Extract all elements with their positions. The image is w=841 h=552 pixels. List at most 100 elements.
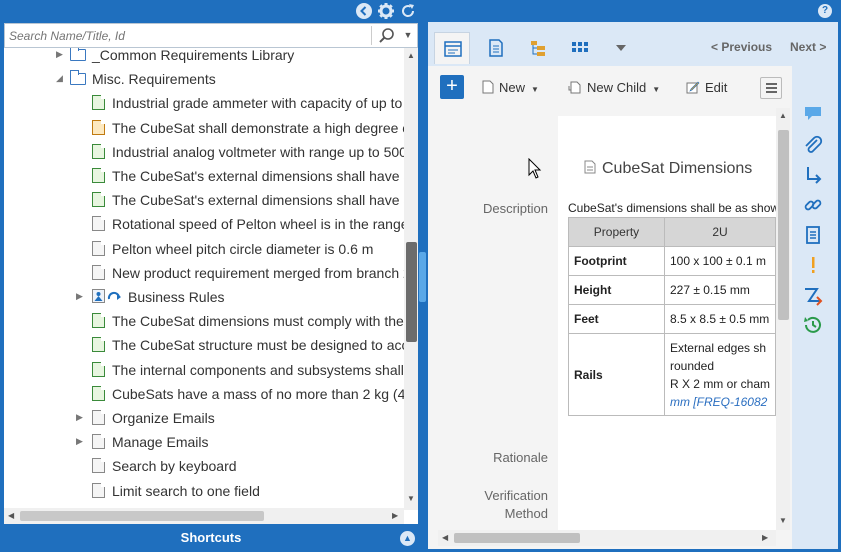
scroll-up-arrow-icon[interactable]: ▲ [779, 111, 787, 120]
table-cell-value: 8.5 x 8.5 ± 0.5 mm [663, 304, 776, 334]
tab-more-dropdown[interactable] [604, 32, 640, 64]
tree-item[interactable]: Search by keyboard [4, 453, 404, 477]
association-icon[interactable] [800, 224, 826, 246]
tree-folder-item[interactable]: ▶ _Common Requirements Library [4, 48, 404, 66]
tab-document[interactable] [478, 32, 514, 64]
tree-item-label: Industrial analog voltmeter with range u… [112, 143, 418, 160]
table-cell-key: Footprint [568, 246, 665, 276]
shortcuts-label: Shortcuts [180, 530, 242, 545]
collapse-toggle-icon[interactable]: ▶ [56, 48, 66, 60]
refresh-icon[interactable] [399, 2, 417, 20]
pane-splitter-handle[interactable] [419, 252, 426, 302]
requirement-document-icon [92, 482, 105, 498]
detail-tab-bar: < Previous Next > [428, 22, 838, 66]
left-pane-header [0, 0, 422, 22]
gear-icon[interactable] [377, 2, 395, 20]
tree-item-label: Search by keyboard [112, 458, 237, 475]
detail-vertical-scroll-thumb[interactable] [778, 130, 789, 320]
link-icon[interactable] [800, 194, 826, 216]
expand-up-icon[interactable]: ▲ [400, 531, 415, 546]
scroll-down-arrow-icon[interactable]: ▼ [407, 494, 415, 503]
tree-item-label: The CubeSat dimensions must comply with … [112, 313, 418, 330]
table-row: Feet 8.5 x 8.5 ± 0.5 mm [568, 304, 776, 334]
next-button[interactable]: Next > [790, 40, 826, 54]
tree-item[interactable]: CubeSats have a mass of no more than 2 k… [4, 381, 418, 405]
attachment-icon[interactable] [800, 134, 826, 156]
tree-item[interactable]: Pelton wheel pitch circle diameter is 0.… [4, 236, 404, 260]
tree-item[interactable]: The CubeSat dimensions must comply with … [4, 308, 418, 332]
tab-grid[interactable] [562, 32, 598, 64]
requirement-document-icon [92, 458, 105, 474]
tree-item[interactable]: The internal components and subsystems s… [4, 357, 418, 381]
collapse-toggle-icon[interactable]: ▶ [76, 411, 86, 423]
comment-icon[interactable] [800, 104, 826, 126]
shortcuts-bar[interactable]: Shortcuts ▲ [0, 524, 422, 552]
scroll-down-arrow-icon[interactable]: ▼ [779, 516, 787, 525]
search-input[interactable] [9, 26, 369, 45]
scroll-right-arrow-icon[interactable]: ▶ [392, 511, 398, 520]
rationale-label: Rationale [493, 450, 548, 465]
tree-horizontal-scrollbar[interactable]: ◀ ▶ [4, 508, 404, 524]
collapse-pane-icon[interactable] [355, 2, 373, 20]
collapse-toggle-icon[interactable]: ▶ [76, 290, 86, 302]
new-document-icon [482, 80, 494, 94]
tree-item[interactable]: Industrial grade ammeter with capacity o… [4, 90, 418, 114]
tree-folder-item[interactable]: ◢ Misc. Requirements [4, 66, 404, 90]
tree-vertical-scroll-thumb[interactable] [406, 242, 417, 342]
previous-button[interactable]: < Previous [711, 40, 772, 54]
tab-hierarchy[interactable] [520, 32, 556, 64]
tree-item-label: Business Rules [128, 289, 225, 305]
scroll-left-arrow-icon[interactable]: ◀ [8, 511, 14, 520]
tree-item[interactable]: The CubeSat's external dimensions shall … [4, 187, 418, 211]
tree-item-label: The CubeSat's external dimensions shall … [112, 168, 418, 184]
tree-item[interactable]: New product requirement merged from bran… [4, 260, 418, 284]
edit-button-label: Edit [705, 80, 728, 95]
tab-overview[interactable] [434, 32, 470, 64]
tree-item[interactable]: Limit search to one field [4, 478, 404, 502]
document-icon [584, 160, 596, 174]
menu-hamburger-button[interactable] [760, 77, 782, 99]
flow-icon[interactable] [800, 284, 826, 306]
right-sidebar [792, 66, 838, 549]
page-title-text: CubeSat Dimensions [602, 160, 753, 177]
detail-vertical-scrollbar[interactable]: ▲ ▼ [776, 108, 790, 530]
collapse-toggle-icon[interactable]: ▶ [76, 435, 86, 447]
tree-vertical-scrollbar[interactable]: ▲ ▼ [404, 48, 418, 510]
new-child-button[interactable]: New Child ▼ [568, 80, 660, 95]
alert-icon[interactable] [800, 254, 826, 276]
description-label: Description [482, 201, 548, 216]
new-button-label: New [499, 80, 526, 95]
edit-button[interactable]: Edit [686, 80, 727, 95]
scroll-up-arrow-icon[interactable]: ▲ [407, 51, 415, 60]
tree-horizontal-scroll-thumb[interactable] [20, 511, 264, 521]
requirement-document-icon [92, 168, 105, 183]
rails-link[interactable]: mm [FREQ-16082 [670, 393, 770, 411]
tree-item[interactable]: Industrial analog voltmeter with range u… [4, 139, 418, 163]
scroll-left-arrow-icon[interactable]: ◀ [442, 533, 448, 542]
detail-horizontal-scroll-thumb[interactable] [454, 533, 580, 543]
add-button[interactable]: + [440, 75, 464, 99]
help-icon[interactable]: ? [818, 4, 832, 18]
search-icon[interactable] [377, 26, 397, 45]
tree-item-label: Limit search to one field [112, 482, 260, 499]
expand-toggle-icon[interactable]: ◢ [56, 72, 66, 84]
requirement-document-icon [92, 264, 105, 280]
detail-horizontal-scrollbar[interactable]: ◀ ▶ [438, 530, 776, 546]
tree-item[interactable]: ▶ Organize Emails [4, 405, 404, 429]
tree-item[interactable]: The CubeSat structure must be designed t… [4, 332, 418, 356]
tree-item[interactable]: ▶ Manage Emails [4, 429, 404, 453]
table-cell-key: Feet [568, 304, 665, 334]
search-options-dropdown[interactable]: ▼ [401, 26, 415, 45]
description-text: CubeSat's dimensions shall be as show [568, 201, 776, 215]
tree-item-label: Rotational speed of Pelton wheel is in t… [112, 216, 418, 233]
table-header-2u: 2U [663, 217, 776, 247]
table-header-property: Property [568, 217, 665, 247]
new-button[interactable]: New ▼ [482, 80, 539, 95]
history-icon[interactable] [800, 314, 826, 336]
scroll-right-arrow-icon[interactable]: ▶ [762, 533, 768, 542]
tree-item[interactable]: The CubeSat shall demonstrate a high deg… [4, 115, 418, 139]
tree-item[interactable]: The CubeSat's external dimensions shall … [4, 163, 418, 187]
tree-item[interactable]: Rotational speed of Pelton wheel is in t… [4, 211, 418, 235]
trace-icon[interactable] [800, 164, 826, 186]
tree-item[interactable]: ▶ Business Rules [4, 284, 404, 308]
